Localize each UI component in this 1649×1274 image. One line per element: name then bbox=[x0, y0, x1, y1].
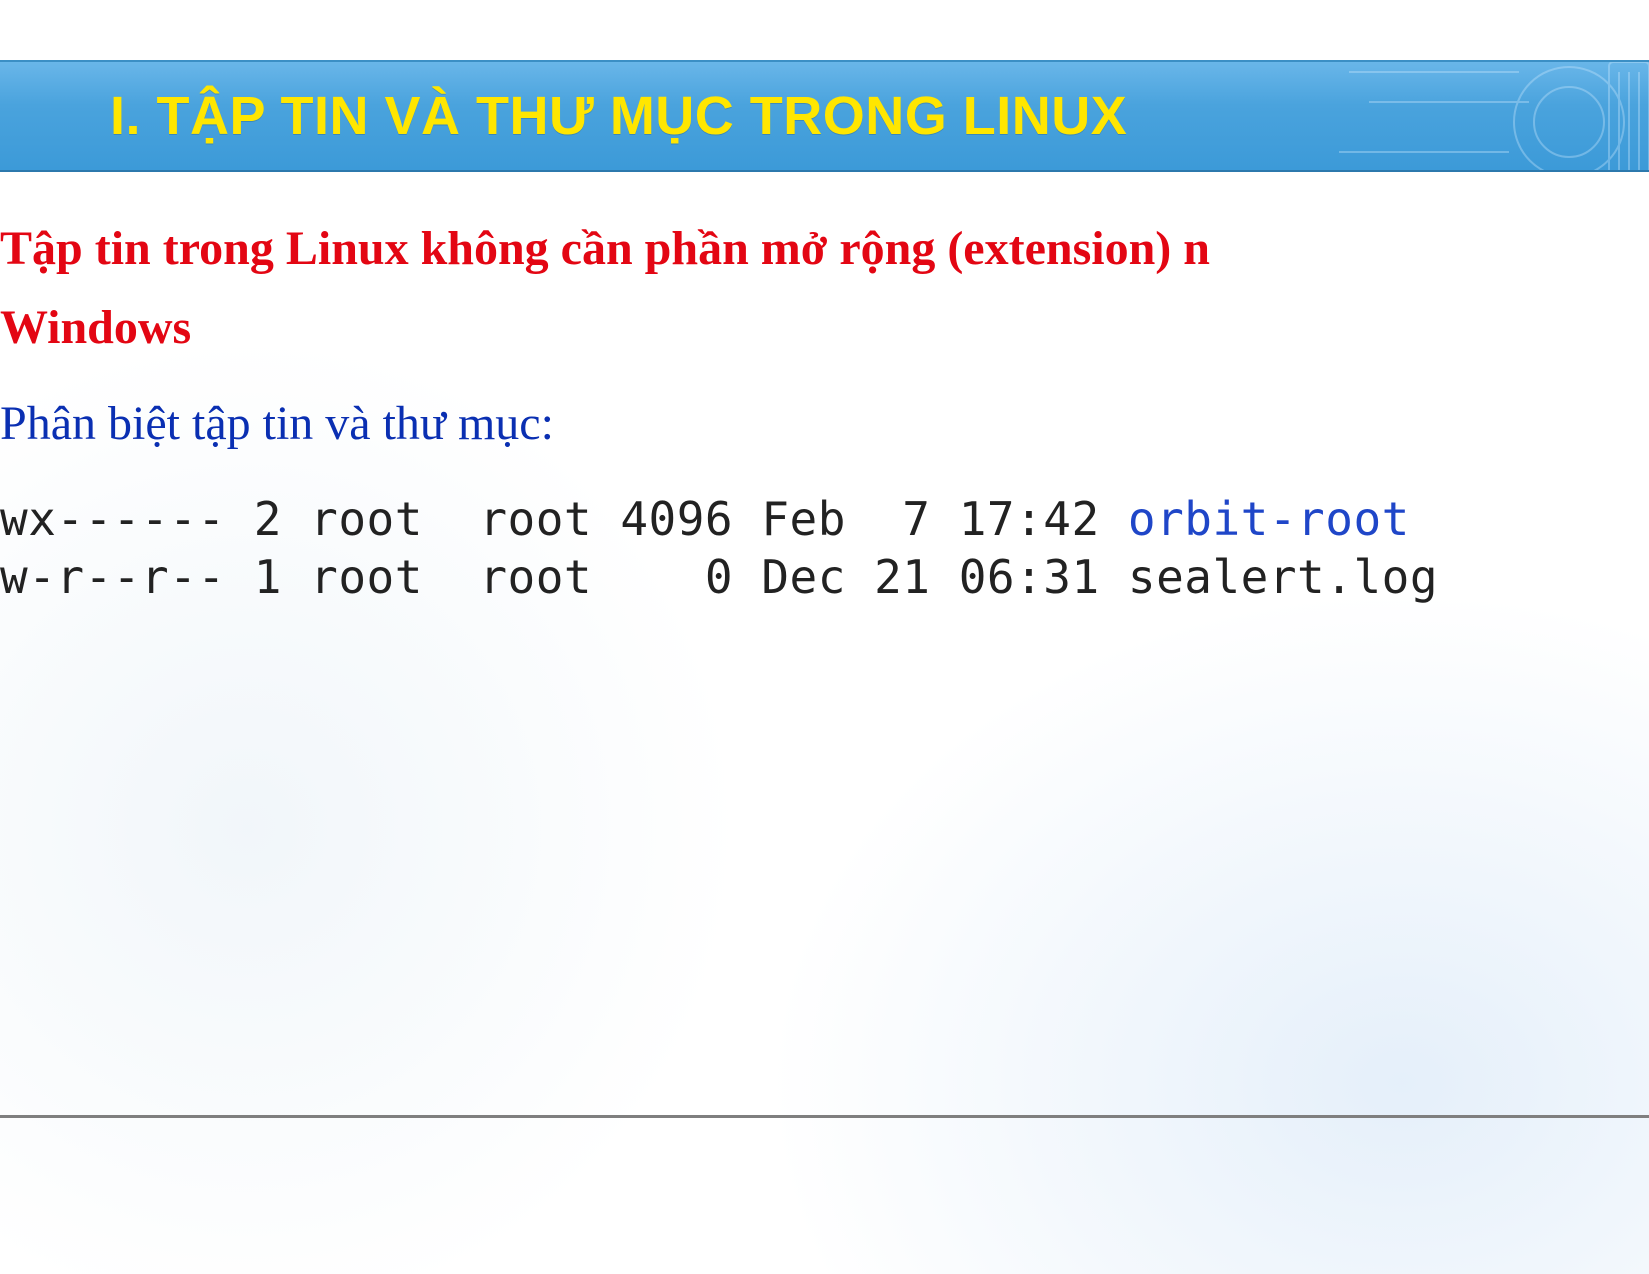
time: 17:42 bbox=[959, 492, 1100, 546]
month: Dec bbox=[761, 550, 846, 604]
content-area: Tập tin trong Linux không cần phần mở rộ… bbox=[0, 200, 1649, 606]
day: 21 bbox=[874, 550, 930, 604]
footer-rule bbox=[0, 1115, 1649, 1118]
banner-decoration bbox=[1319, 60, 1649, 172]
perm-tail: w-r--r-- bbox=[0, 550, 226, 604]
size: 0 bbox=[705, 550, 733, 604]
text-ext-note-line-2: Windows bbox=[0, 297, 1649, 358]
text-distinguish-heading: Phân biệt tập tin và thư mục: bbox=[0, 393, 1649, 455]
owner: root bbox=[310, 550, 423, 604]
perm-tail: wx------ bbox=[0, 492, 226, 546]
time: 06:31 bbox=[959, 550, 1100, 604]
link-count: 1 bbox=[254, 550, 282, 604]
ls-row-dir: wx------ 2 root root 4096 Feb 7 17:42 or… bbox=[0, 492, 1410, 546]
title-banner: I. TẬP TIN VÀ THƯ MỤC TRONG LINUX bbox=[0, 60, 1649, 172]
size: 4096 bbox=[620, 492, 733, 546]
owner: root bbox=[310, 492, 423, 546]
terminal-output: wx------ 2 root root 4096 Feb 7 17:42 or… bbox=[0, 491, 1649, 606]
text-ext-note-line-1: Tập tin trong Linux không cần phần mở rộ… bbox=[0, 218, 1649, 279]
ls-row-file: w-r--r-- 1 root root 0 Dec 21 06:31 seal… bbox=[0, 550, 1438, 604]
slide: I. TẬP TIN VÀ THƯ MỤC TRONG LINUX Tập ti… bbox=[0, 0, 1649, 1274]
file-name: sealert.log bbox=[1128, 550, 1438, 604]
group: root bbox=[479, 492, 592, 546]
group: root bbox=[479, 550, 592, 604]
slide-title: I. TẬP TIN VÀ THƯ MỤC TRONG LINUX bbox=[0, 85, 1127, 147]
file-name: orbit-root bbox=[1128, 492, 1410, 546]
month: Feb bbox=[761, 492, 846, 546]
top-strip bbox=[0, 0, 1649, 60]
link-count: 2 bbox=[254, 492, 282, 546]
day: 7 bbox=[902, 492, 930, 546]
